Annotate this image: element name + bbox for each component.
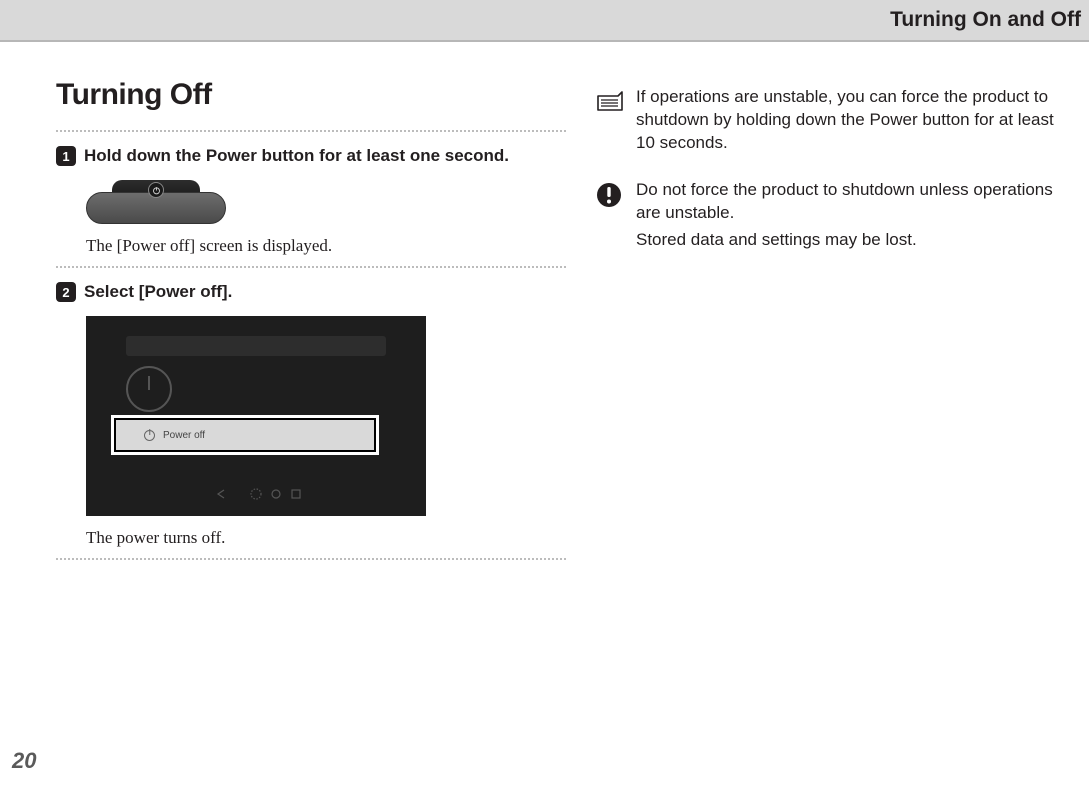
step-2-result: The power turns off. [86,528,568,548]
power-icon [148,182,164,198]
step-1-result: The [Power off] screen is displayed. [86,236,568,256]
caution-text-1: Do not force the product to shutdown unl… [636,179,1068,225]
step-2-label: Select [Power off]. [84,282,232,302]
divider [56,558,566,560]
right-column: If operations are unstable, you can forc… [568,78,1068,574]
page-number: 20 [12,748,36,774]
screenshot-illustration: Power off [86,316,568,516]
caution-text-2: Stored data and settings may be lost. [636,229,1068,252]
power-icon [144,430,155,441]
step-1-label: Hold down the Power button for at least … [84,146,509,166]
caution-note: Do not force the product to shutdown unl… [592,179,1068,256]
page-content: Turning Off 1 Hold down the Power button… [0,42,1089,574]
header-band: Turning On and Off [0,0,1089,42]
tip-text: If operations are unstable, you can forc… [636,86,1068,155]
nav-bar-icons [86,487,426,516]
step-2-number: 2 [56,282,76,302]
left-column: Turning Off 1 Hold down the Power button… [56,78,568,574]
header-section-title: Turning On and Off [890,8,1081,32]
section-heading: Turning Off [56,78,568,112]
step-1-number: 1 [56,146,76,166]
caution-icon [592,179,626,256]
power-off-dialog: Power off [114,418,376,452]
step-1: 1 Hold down the Power button for at leas… [56,146,568,166]
divider [56,130,566,132]
tip-note: If operations are unstable, you can forc… [592,86,1068,159]
device-illustration [86,180,568,224]
step-2: 2 Select [Power off]. [56,282,568,302]
dialog-label: Power off [163,430,205,441]
divider [56,266,566,268]
note-icon [592,86,626,159]
